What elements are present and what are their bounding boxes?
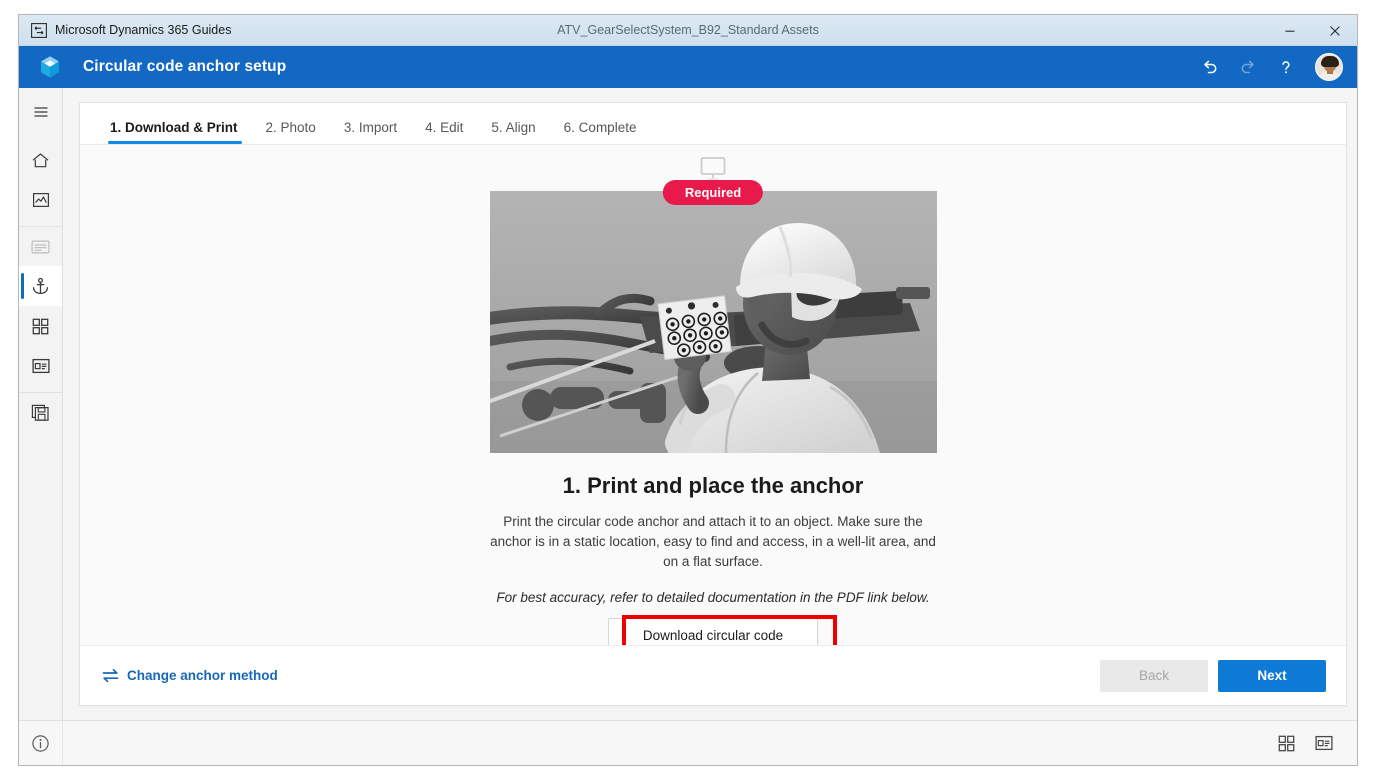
hero-illustration [489,191,937,453]
chart-image-icon [31,190,51,210]
tab-label: 6. Complete [563,120,637,135]
change-anchor-method-label: Change anchor method [127,668,278,683]
tab-label: 4. Edit [425,120,464,135]
wizard-footer: Change anchor method Back Next [80,645,1346,705]
app-header-bar: Circular code anchor setup [19,46,1357,88]
guides-window: Microsoft Dynamics 365 Guides ATV_GearSe… [18,14,1358,766]
status-bar [19,720,1357,765]
tab-complete[interactable]: 6. Complete [550,120,651,144]
avatar-hair [1321,56,1339,67]
left-navigation-rail [19,88,63,720]
next-button[interactable]: Next [1218,659,1326,692]
application-window: Microsoft Dynamics 365 Guides ATV_GearSe… [0,0,1375,784]
tab-label: 5. Align [491,120,536,135]
tab-align[interactable]: 5. Align [477,120,549,144]
change-anchor-method-link[interactable]: Change anchor method [102,668,278,683]
rail-spacer [19,432,62,720]
status-badge: Required [662,180,764,205]
sidebar-item-analytics[interactable] [19,180,62,220]
wizard-step-content: Required 1. Print and place the anchor P… [80,145,1346,645]
app-name-label: Microsoft Dynamics 365 Guides [55,23,232,37]
window-controls [1267,15,1357,46]
tab-label: 3. Import [343,120,398,135]
sidebar-item-menu-hamburger[interactable] [19,92,62,132]
grid-four-squares-icon [1277,734,1296,753]
sidebar-item-home[interactable] [19,140,62,180]
guides-app-icon [31,22,47,38]
help-question-icon[interactable] [1269,50,1303,84]
wizard-step-tabs: 1. Download & Print 2. Photo 3. Import 4… [80,103,1346,145]
sidebar-item-save-copies[interactable] [19,392,62,432]
sidebar-item-card-layout[interactable] [19,346,62,386]
app-header-left: Circular code anchor setup [37,52,286,82]
status-grid-view-button[interactable] [1269,726,1303,760]
redo-arrow-icon[interactable] [1231,50,1265,84]
title-bar-app: Microsoft Dynamics 365 Guides [19,22,232,38]
sidebar-item-anchor[interactable] [19,266,62,306]
download-button-container: Download circular code [607,615,837,645]
text-lines-icon [30,238,51,256]
user-avatar[interactable] [1315,53,1343,81]
tab-label: 2. Photo [265,120,316,135]
card-details-icon [31,357,51,375]
hero-container: Required [489,155,937,453]
tab-download-and-print[interactable]: 1. Download & Print [104,120,252,144]
dynamics-365-guides-logo-icon [37,52,67,82]
document-title: ATV_GearSelectSystem_B92_Standard Assets [557,23,819,37]
title-bar: Microsoft Dynamics 365 Guides ATV_GearSe… [19,15,1357,46]
hamburger-menu-icon [31,102,51,122]
download-circular-code-button[interactable]: Download circular code [607,618,819,645]
step-description: Print the circular code anchor and attac… [490,514,936,569]
undo-arrow-icon[interactable] [1193,50,1227,84]
tab-import[interactable]: 3. Import [330,120,411,144]
tab-photo[interactable]: 2. Photo [252,120,330,144]
info-button[interactable] [19,721,63,765]
status-card-view-button[interactable] [1307,726,1341,760]
card-details-icon [1314,734,1334,752]
window-body: 1. Download & Print 2. Photo 3. Import 4… [19,88,1357,720]
sidebar-item-apps-grid[interactable] [19,306,62,346]
step-note: For best accuracy, refer to detailed doc… [496,590,930,605]
sidebar-item-steps-outline[interactable] [19,226,62,266]
page-title: Circular code anchor setup [83,58,287,75]
wizard-card: 1. Download & Print 2. Photo 3. Import 4… [79,102,1347,706]
step-heading: 1. Print and place the anchor [562,473,864,498]
tab-edit[interactable]: 4. Edit [411,120,477,144]
info-circle-icon [31,734,50,753]
close-button[interactable] [1312,15,1357,46]
back-button[interactable]: Back [1100,659,1208,692]
grid-four-squares-icon [31,317,50,336]
home-icon [30,150,51,171]
page-area: 1. Download & Print 2. Photo 3. Import 4… [63,88,1357,720]
app-header-actions [1193,46,1347,88]
tab-label: 1. Download & Print [110,120,238,135]
anchor-icon [30,276,51,297]
save-stack-icon [30,402,51,423]
swap-arrows-icon [102,668,119,683]
minimize-button[interactable] [1267,15,1312,46]
